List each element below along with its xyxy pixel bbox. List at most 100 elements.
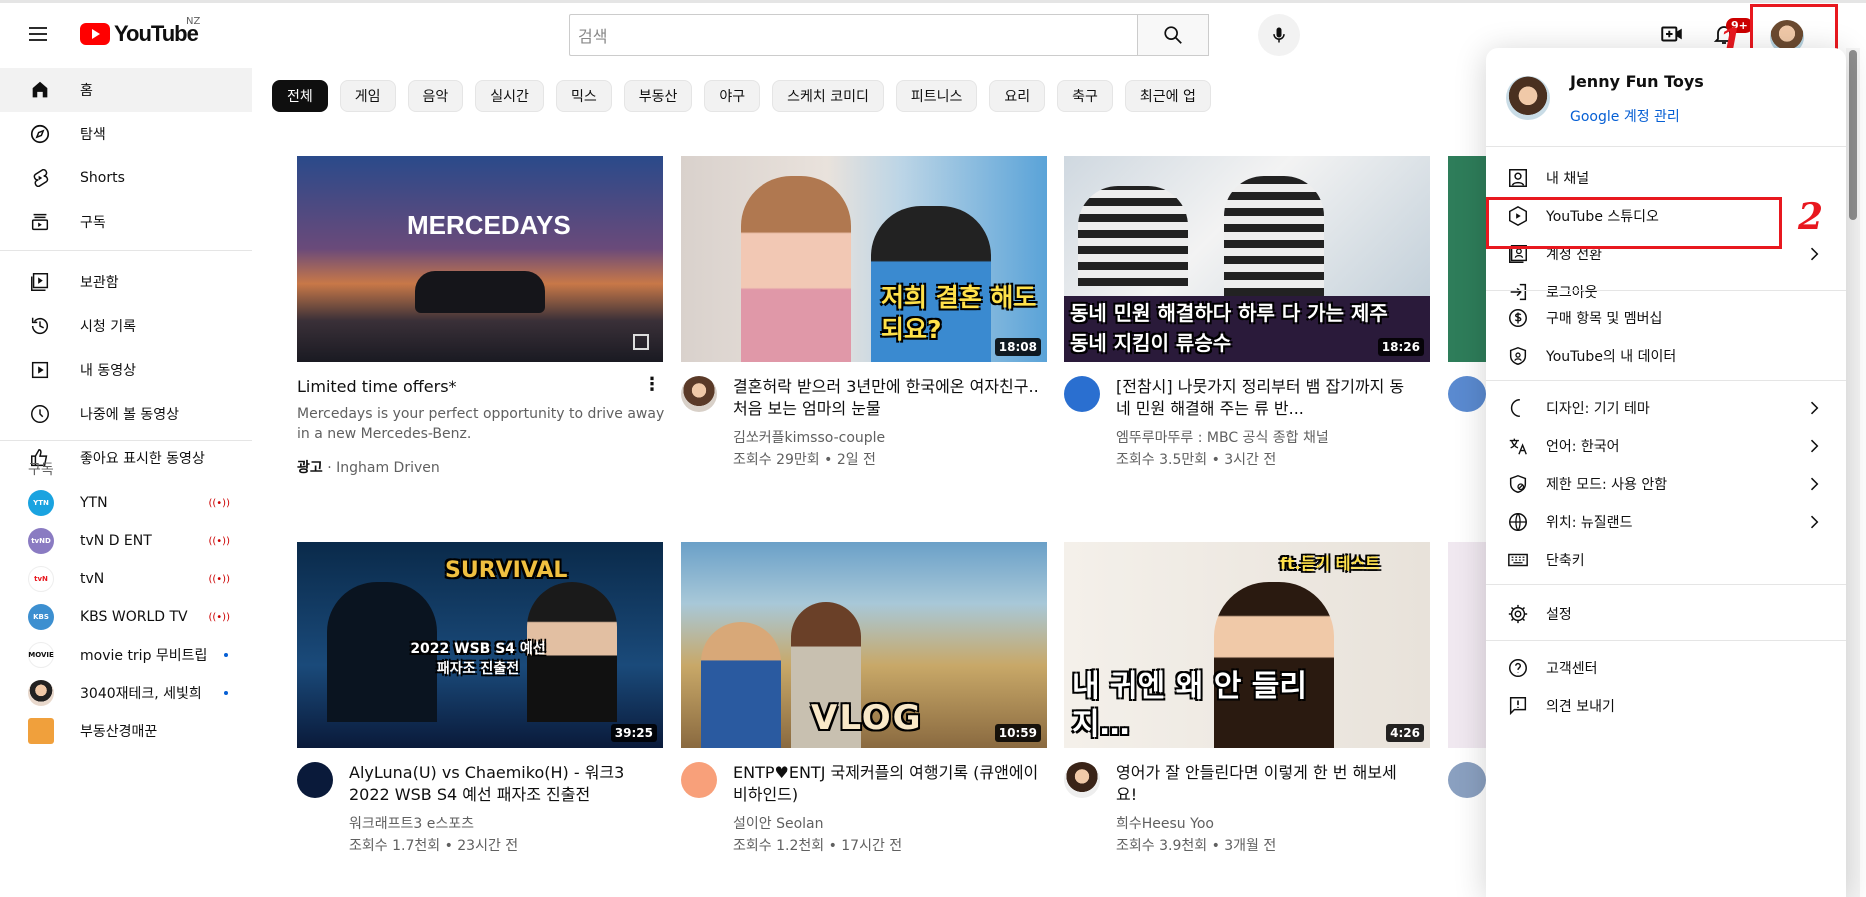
- chip-games[interactable]: 게임: [339, 80, 396, 112]
- menu-account-avatar: [1506, 76, 1550, 120]
- subscriptions-header: 구독: [28, 462, 54, 478]
- sidebar-item-subscriptions[interactable]: 구독: [0, 200, 252, 244]
- menu-item-label: 제한 모드: 사용 안함: [1546, 477, 1668, 493]
- sub-name: 부동산경매꾼: [80, 724, 158, 740]
- channel-name[interactable]: 희수Heesu Yoo: [1116, 814, 1214, 834]
- person-icon: [1506, 166, 1530, 190]
- video-thumbnail[interactable]: ft.듣기 테스트 내 귀엔 왜 안 들리지… 4:26: [1064, 542, 1430, 748]
- menu-item-label: 내 채널: [1546, 171, 1590, 187]
- video-stats: 조회수 3.9천회 • 3개월 전: [1116, 838, 1277, 854]
- menu-item-appearance[interactable]: 디자인: 기기 테마: [1486, 388, 1846, 428]
- shorts-icon: [28, 166, 52, 190]
- video-thumbnail[interactable]: 동네 민원 해결하다 하루 다 가는 제주 동네 지킴이 류승수 18:26: [1064, 156, 1430, 362]
- sub-item-auction[interactable]: 부동산경매꾼: [0, 709, 252, 753]
- video-thumbnail[interactable]: SURVIVAL 2022 WSB S4 예선 패자조 진출전 39:25: [297, 542, 663, 748]
- chip-music[interactable]: 음악: [407, 80, 464, 112]
- menu-item-purchases[interactable]: 구매 항목 및 멤버십: [1486, 298, 1846, 338]
- chip-real-estate[interactable]: 부동산: [623, 80, 693, 112]
- channel-avatar[interactable]: [681, 762, 717, 798]
- video-thumbnail[interactable]: 저희 결혼 해도되요? 18:08: [681, 156, 1047, 362]
- menu-item-send-feedback[interactable]: 의견 보내기: [1486, 686, 1846, 726]
- channel-avatar[interactable]: [1448, 762, 1486, 798]
- channel-avatar: MOVIE: [28, 642, 54, 668]
- video-thumbnail[interactable]: VLOG 10:59: [681, 542, 1047, 748]
- channel-name[interactable]: 엠뚜루마뚜루 : MBC 공식 종합 채널: [1116, 428, 1329, 448]
- help-icon: [1506, 656, 1530, 680]
- chip-all[interactable]: 전체: [272, 80, 328, 112]
- chip-fitness[interactable]: 피트니스: [895, 80, 978, 112]
- sub-name: KBS WORLD TV: [80, 609, 188, 625]
- microphone-icon: [1273, 27, 1285, 43]
- more-actions-icon[interactable]: ⋮: [643, 374, 661, 395]
- translate-icon: [1506, 434, 1530, 458]
- manage-google-account-link[interactable]: Google 계정 관리: [1570, 106, 1680, 126]
- create-video-button[interactable]: [1656, 18, 1688, 50]
- chevron-right-icon: [1810, 401, 1819, 415]
- channel-avatar: [28, 718, 54, 744]
- channel-name[interactable]: 워크래프트3 e스포츠: [349, 814, 474, 834]
- video-title[interactable]: ENTP♥ENTJ 국제커플의 여행기록 (큐앤에이 비하인드): [733, 762, 1053, 806]
- chip-cooking[interactable]: 요리: [989, 80, 1046, 112]
- menu-item-settings[interactable]: 설정: [1486, 594, 1846, 634]
- menu-item-your-data[interactable]: YouTube의 내 데이터: [1486, 336, 1846, 376]
- video-title[interactable]: AlyLuna(U) vs Chaemiko(H) - 워크3 2022 WSB…: [349, 762, 669, 806]
- search-button[interactable]: [1137, 14, 1209, 56]
- keyboard-icon: [1506, 548, 1530, 572]
- menu-item-location[interactable]: 위치: 뉴질랜드: [1486, 502, 1846, 542]
- menu-item-my-channel[interactable]: 내 채널: [1486, 158, 1846, 198]
- video-title[interactable]: 결혼허락 받으러 3년만에 한국에온 여자친구.. 처음 보는 엄마의 눈물: [733, 376, 1053, 420]
- chip-sketch-comedy[interactable]: 스케치 코미디: [772, 80, 884, 112]
- video-thumbnail[interactable]: [1448, 542, 1488, 748]
- menu-divider: [1486, 146, 1846, 147]
- sidebar-item-history[interactable]: 시청 기록: [0, 304, 252, 348]
- channel-name[interactable]: 김쏘커플kimsso-couple: [733, 428, 885, 448]
- video-title[interactable]: [전참시] 나뭇가지 정리부터 뱀 잡기까지 동네 민원 해결해 주는 류 반.…: [1116, 376, 1406, 420]
- home-icon: [28, 78, 52, 102]
- hamburger-menu-icon[interactable]: [26, 22, 50, 46]
- chip-soccer[interactable]: 축구: [1057, 80, 1113, 112]
- chip-mix[interactable]: 믹스: [555, 80, 612, 112]
- menu-item-restricted-mode[interactable]: 제한 모드: 사용 안함: [1486, 464, 1846, 504]
- watch-later-icon: [28, 402, 52, 426]
- chip-live[interactable]: 실시간: [475, 80, 544, 112]
- chip-recent[interactable]: 최근에 업: [1124, 80, 1211, 112]
- channel-name[interactable]: 설이안 Seolan: [733, 814, 824, 834]
- sidebar-item-label: 나중에 볼 동영상: [80, 407, 180, 423]
- thumbnail-game-logo: SURVIVAL: [445, 558, 568, 583]
- channel-avatar[interactable]: [1064, 762, 1100, 798]
- video-thumbnail[interactable]: [1448, 156, 1488, 362]
- channel-avatar[interactable]: [681, 376, 717, 412]
- channel-avatar[interactable]: [1448, 376, 1486, 412]
- search-placeholder: 검색: [578, 27, 608, 46]
- sidebar-item-my-videos[interactable]: 내 동영상: [0, 348, 252, 392]
- live-icon: ((•)): [208, 497, 230, 509]
- menu-divider: [1486, 290, 1846, 291]
- account-menu: Jenny Fun Toys Google 계정 관리 내 채널 YouTube…: [1486, 48, 1846, 897]
- chevron-right-icon: [1810, 515, 1819, 529]
- menu-item-keyboard-shortcuts[interactable]: 단축키: [1486, 540, 1846, 580]
- youtube-logo[interactable]: YouTube: [80, 20, 199, 48]
- sidebar-item-library[interactable]: 보관함: [0, 260, 252, 304]
- video-title[interactable]: 영어가 잘 안들린다면 이렇게 한 번 해보세요!: [1116, 762, 1406, 806]
- menu-divider: [1486, 640, 1846, 641]
- menu-item-help[interactable]: 고객센터: [1486, 648, 1846, 688]
- subscriptions-icon: [28, 210, 52, 234]
- channel-avatar[interactable]: [297, 762, 333, 798]
- car-image: [415, 271, 545, 313]
- voice-search-button[interactable]: [1258, 14, 1300, 56]
- chip-baseball[interactable]: 야구: [704, 80, 761, 112]
- channel-avatar[interactable]: [1064, 376, 1100, 412]
- search-input[interactable]: 검색: [569, 14, 1137, 56]
- feedback-icon: [1506, 694, 1530, 718]
- sidebar-item-watch-later[interactable]: 나중에 볼 동영상: [0, 392, 252, 436]
- video-thumbnail[interactable]: MERCEDAYS: [297, 156, 663, 362]
- sidebar-item-home[interactable]: 홈: [0, 68, 252, 112]
- video-title[interactable]: Limited time offers*: [297, 376, 627, 398]
- sidebar-item-shorts[interactable]: Shorts: [0, 156, 252, 200]
- sidebar-item-explore[interactable]: 탐색: [0, 112, 252, 156]
- menu-item-language[interactable]: 언어: 한국어: [1486, 426, 1846, 466]
- video-duration: 10:59: [994, 724, 1041, 742]
- sidebar-item-label: 보관함: [80, 275, 119, 291]
- channel-avatar: KBS: [28, 604, 54, 630]
- scrollbar-thumb[interactable]: [1849, 50, 1857, 220]
